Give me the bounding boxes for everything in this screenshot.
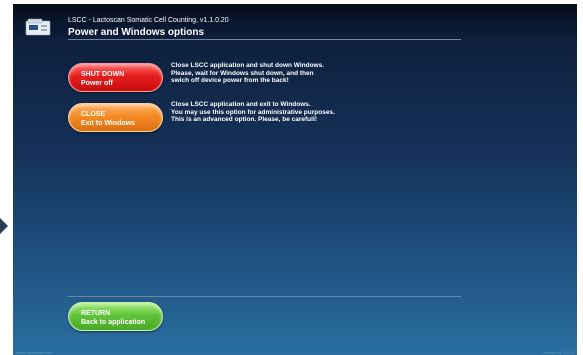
app-title: LSCC - Lactoscan Somatic Cell Counting, … (68, 17, 229, 24)
shutdown-description-line: Close LSCC application and shut down Win… (171, 62, 325, 69)
return-button-label: RETURN (81, 310, 111, 317)
return-button[interactable]: RETURN Back to application (68, 302, 163, 331)
return-button-sublabel: Back to application (81, 319, 146, 326)
shutdown-button-sublabel: Power off (81, 80, 113, 87)
shutdown-description-line: Please, wait for Windows shut down, and … (171, 69, 314, 77)
analyzer-device-icon (25, 18, 51, 36)
footer-version: Version v1.1.0.20 (543, 350, 574, 355)
title-divider (68, 39, 461, 40)
app-screen: LSCC - Lactoscan Somatic Cell Counting, … (13, 4, 577, 355)
exit-button-sublabel: Exit to Windows (81, 120, 135, 127)
exit-description-line: You may use this option for administrati… (171, 108, 335, 116)
exit-description: Close LSCC application and exit to Windo… (171, 101, 335, 124)
footer-website: www.Lactoscan.com (16, 350, 53, 355)
exit-to-windows-button[interactable]: CLOSE Exit to Windows (68, 103, 163, 132)
page-title: Power and Windows options (68, 27, 205, 38)
shutdown-button-label: SHUT DOWN (81, 71, 125, 78)
exit-button-label: CLOSE (81, 111, 106, 118)
side-arrow-icon (0, 218, 8, 234)
shutdown-description-line: swich off device power from the back! (171, 77, 289, 84)
exit-description-line: This is an advanced option. Please, be c… (171, 116, 317, 123)
shutdown-description: Close LSCC application and shut down Win… (171, 62, 324, 85)
shutdown-button[interactable]: SHUT DOWN Power off (68, 63, 163, 92)
bottom-divider (68, 296, 461, 297)
exit-description-line: Close LSCC application and exit to Windo… (171, 101, 311, 108)
